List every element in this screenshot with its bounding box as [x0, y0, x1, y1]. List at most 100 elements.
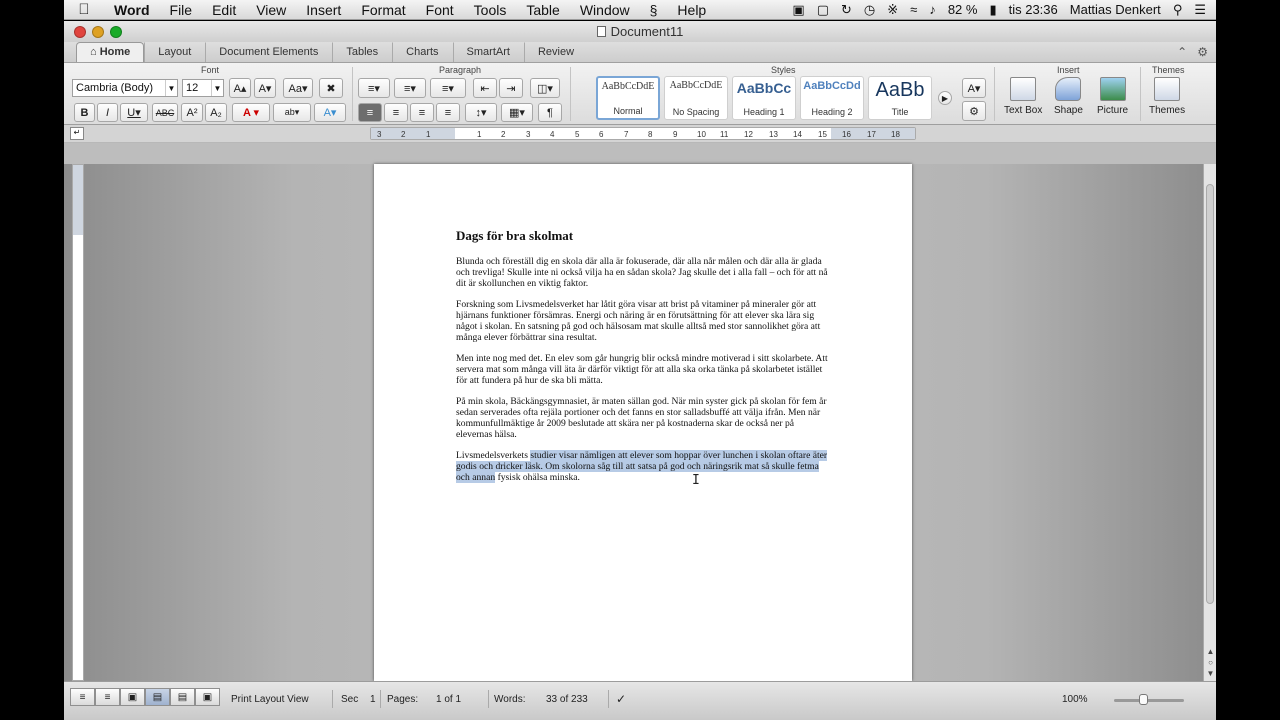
align-left-button[interactable]: ≡	[358, 103, 382, 122]
tab-stop-selector-icon[interactable]: ↵	[70, 127, 84, 140]
apple-icon[interactable]: 	[64, 1, 104, 18]
camera-icon[interactable]: ▣	[792, 2, 804, 18]
menu-tools[interactable]: Tools	[464, 2, 517, 18]
font-color-button[interactable]: A ▾	[232, 103, 270, 122]
style-title[interactable]: AaBb Title	[868, 76, 932, 120]
document-page[interactable]: Dags för bra skolmat Blunda och förestäl…	[374, 164, 912, 681]
line-spacing-button[interactable]: ↕▾	[465, 103, 497, 122]
zoom-slider-knob[interactable]	[1139, 694, 1148, 705]
minimize-button[interactable]	[92, 26, 104, 38]
italic-button[interactable]: I	[97, 103, 118, 122]
increase-indent-button[interactable]: ⇥	[499, 78, 523, 98]
menu-table[interactable]: Table	[516, 2, 569, 18]
highlight-button[interactable]: ab▾	[273, 103, 311, 122]
menu-window[interactable]: Window	[570, 2, 640, 18]
vertical-scrollbar[interactable]: ▲ ○ ▼	[1203, 164, 1216, 681]
columns-button[interactable]: ◫▾	[530, 78, 560, 98]
change-case-button[interactable]: Aa▾	[283, 78, 313, 98]
multilevel-list-button[interactable]: ≡▾	[430, 78, 466, 98]
bullets-button[interactable]: ≡▾	[358, 78, 390, 98]
insert-shape-button[interactable]: Shape	[1054, 77, 1083, 116]
align-right-button[interactable]: ≡	[410, 103, 434, 122]
menu-edit[interactable]: Edit	[202, 2, 246, 18]
styles-pane-icon[interactable]: A▾	[962, 78, 986, 98]
menu-format[interactable]: Format	[351, 2, 415, 18]
bluetooth-icon[interactable]: ※	[887, 2, 898, 18]
font-size-select[interactable]: 12 ▼	[182, 79, 224, 97]
clear-formatting-button[interactable]: ✖	[319, 78, 343, 98]
tab-smartart[interactable]: SmartArt	[452, 42, 524, 62]
font-name-select[interactable]: Cambria (Body) ▼	[72, 79, 178, 97]
user-name[interactable]: Mattias Denkert	[1070, 2, 1161, 17]
horizontal-ruler[interactable]: 3 2 1 1 2 3 4 5 6 7 8 9 10 11 12 13 14 1…	[370, 127, 916, 140]
insert-text-box-button[interactable]: Text Box	[1004, 77, 1042, 116]
sync-icon[interactable]: ↻	[841, 2, 852, 18]
style-normal[interactable]: AaBbCcDdE Normal	[596, 76, 660, 120]
tab-review[interactable]: Review	[523, 42, 588, 62]
tab-document-elements[interactable]: Document Elements	[205, 42, 332, 62]
insert-picture-button[interactable]: Picture	[1097, 77, 1128, 116]
themes-button[interactable]: Themes	[1149, 77, 1185, 116]
numbering-button[interactable]: ≡▾	[394, 78, 426, 98]
text-effects-button[interactable]: A▾	[314, 103, 346, 122]
spelling-check-icon[interactable]: ✓	[616, 692, 626, 706]
list-icon[interactable]: ☰	[1194, 2, 1206, 18]
superscript-button[interactable]: A²	[181, 103, 203, 122]
scrollbar-thumb[interactable]	[1206, 184, 1214, 604]
borders-button[interactable]: ▦▾	[501, 103, 533, 122]
tab-tables[interactable]: Tables	[332, 42, 392, 62]
menu-view[interactable]: View	[246, 2, 296, 18]
style-no-spacing[interactable]: AaBbCcDdE No Spacing	[664, 76, 728, 120]
outline-view-icon[interactable]: ≡	[95, 688, 120, 706]
document-body[interactable]: Dags för bra skolmat Blunda och förestäl…	[456, 228, 828, 495]
zoom-button[interactable]	[110, 26, 122, 38]
tab-layout[interactable]: Layout	[144, 42, 205, 62]
menu-help[interactable]: Help	[667, 2, 716, 18]
battery-percent[interactable]: 82 %	[948, 2, 978, 17]
draft-view-icon[interactable]: ≡	[70, 688, 95, 706]
notebook-view-icon[interactable]: ▤	[170, 688, 195, 706]
publishing-view-icon[interactable]: ▣	[120, 688, 145, 706]
paragraph[interactable]: Men inte nog med det. En elev som går hu…	[456, 353, 828, 386]
strikethrough-button[interactable]: ABC	[152, 103, 178, 122]
script-icon[interactable]: §	[640, 2, 668, 18]
grow-font-button[interactable]: A▴	[229, 78, 251, 98]
bold-button[interactable]: B	[74, 103, 95, 122]
tab-charts[interactable]: Charts	[392, 42, 452, 62]
clock[interactable]: tis 23:36	[1009, 2, 1058, 17]
vertical-ruler[interactable]	[72, 164, 84, 681]
menu-app-word[interactable]: Word	[104, 2, 160, 18]
paragraph[interactable]: Blunda och föreställ dig en skola där al…	[456, 256, 828, 289]
display-icon[interactable]: ▢	[817, 2, 829, 18]
collapse-ribbon-icon[interactable]: ⌃	[1177, 45, 1187, 59]
print-layout-view-icon[interactable]: ▤	[145, 688, 170, 706]
spotlight-search-icon[interactable]: ⚲	[1173, 2, 1183, 18]
document-heading[interactable]: Dags för bra skolmat	[456, 228, 828, 244]
zoom-slider[interactable]	[1114, 699, 1184, 702]
align-center-button[interactable]: ≡	[384, 103, 408, 122]
styles-next-arrow-icon[interactable]: ▶	[938, 91, 952, 105]
wifi-icon[interactable]: ≈	[910, 2, 917, 17]
scroll-buttons[interactable]: ▲ ○ ▼	[1205, 646, 1216, 679]
full-screen-view-icon[interactable]: ▣	[195, 688, 220, 706]
style-heading-1[interactable]: AaBbCc Heading 1	[732, 76, 796, 120]
battery-icon[interactable]: ▮	[989, 2, 996, 18]
decrease-indent-button[interactable]: ⇤	[473, 78, 497, 98]
style-heading-2[interactable]: AaBbCcDd Heading 2	[800, 76, 864, 120]
paragraph[interactable]: Forskning som Livsmedelsverket har låtit…	[456, 299, 828, 343]
pages-value[interactable]: 1 of 1	[436, 694, 461, 705]
time-machine-icon[interactable]: ◷	[864, 2, 875, 18]
menu-file[interactable]: File	[160, 2, 203, 18]
underline-button[interactable]: U▾	[120, 103, 148, 122]
gear-icon[interactable]: ⚙	[1197, 45, 1208, 59]
menu-insert[interactable]: Insert	[296, 2, 351, 18]
shrink-font-button[interactable]: A▾	[254, 78, 276, 98]
paragraph-text[interactable]: fysisk ohälsa minska.	[495, 472, 580, 483]
paragraph[interactable]: Livsmedelsverkets studier visar nämligen…	[456, 450, 828, 483]
tab-home[interactable]: ⌂ Home	[76, 42, 145, 62]
paragraph-text[interactable]: Livsmedelsverkets	[456, 450, 530, 461]
show-formatting-button[interactable]: ¶	[538, 103, 562, 122]
close-button[interactable]	[74, 26, 86, 38]
words-value[interactable]: 33 of 233	[546, 694, 588, 705]
manage-styles-icon[interactable]: ⚙	[962, 101, 986, 121]
